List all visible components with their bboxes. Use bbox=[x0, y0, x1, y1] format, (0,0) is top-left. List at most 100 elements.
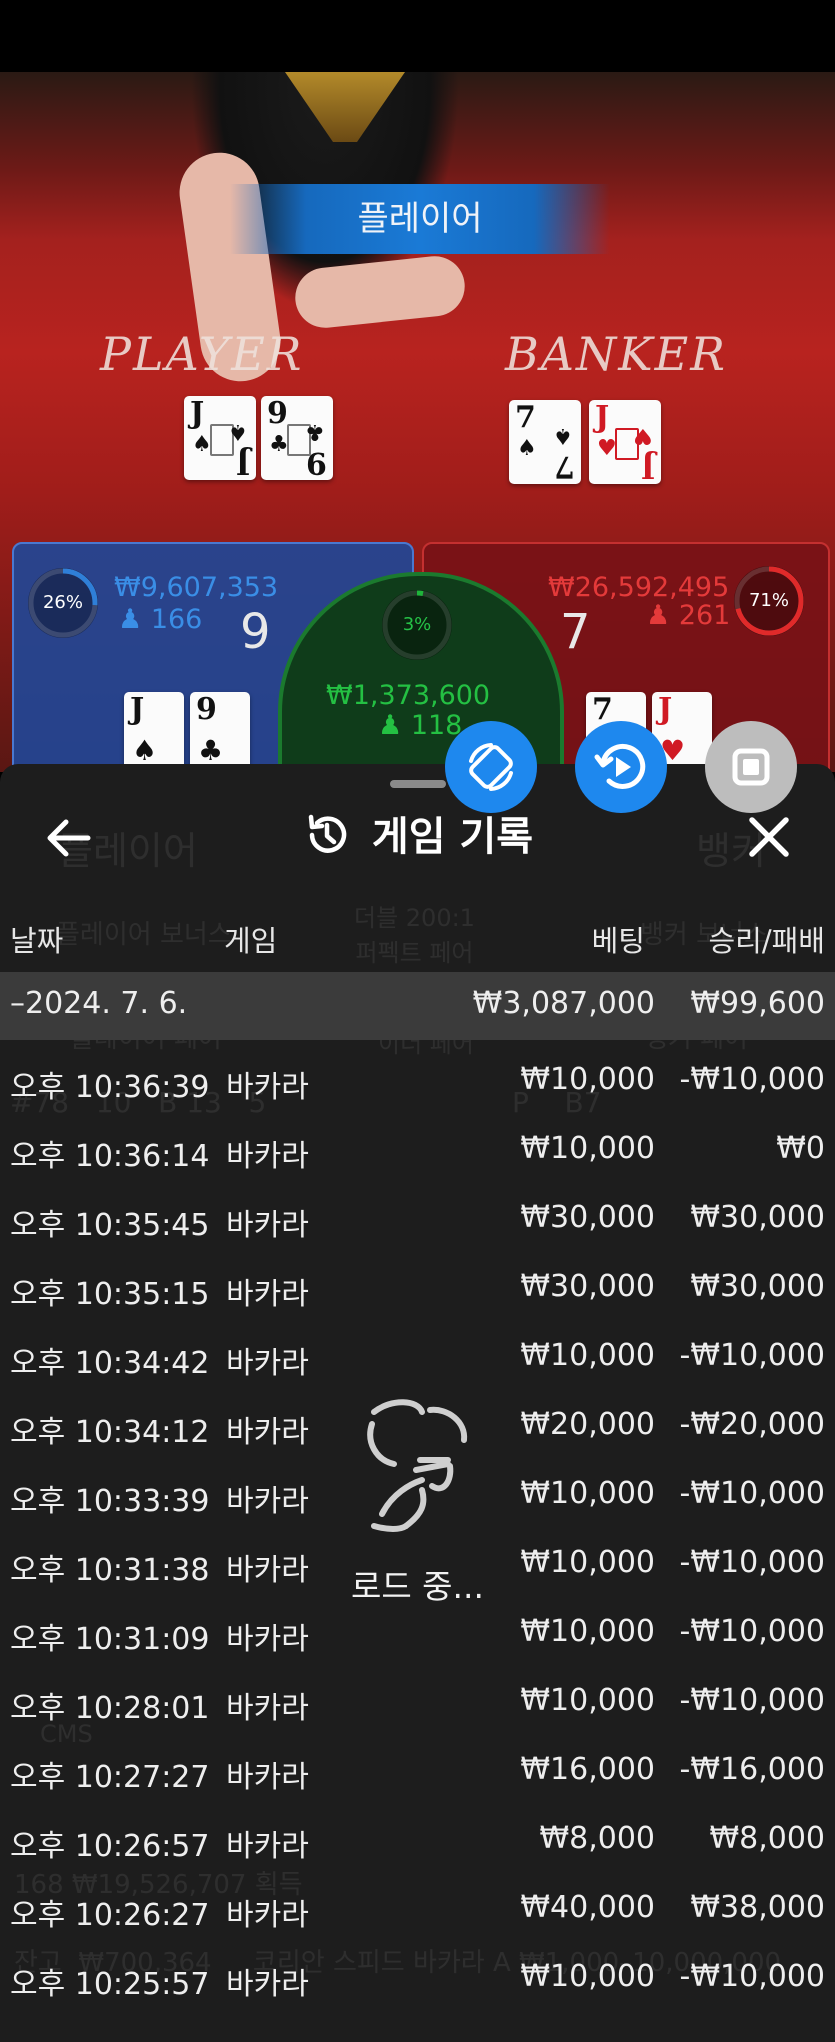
row-time: 오후 10:35:45 bbox=[10, 1208, 210, 1243]
row-game: 바카라 bbox=[226, 1484, 309, 1519]
row-time: 오후 10:36:39 bbox=[10, 1070, 210, 1105]
history-row[interactable]: 오후 10:27:27 바카라 ₩16,000 -₩16,000 bbox=[0, 1736, 835, 1805]
result-banner: 플레이어 bbox=[230, 184, 610, 254]
row-time: 오후 10:26:57 bbox=[10, 1829, 210, 1864]
history-row[interactable]: 오후 10:36:39 바카라 ₩10,000 -₩10,000 bbox=[0, 1046, 835, 1115]
history-row[interactable]: 오후 10:34:42 바카라 ₩10,000 -₩10,000 bbox=[0, 1322, 835, 1391]
row-game: 바카라 bbox=[226, 1967, 309, 2002]
row-result: ₩8,000 bbox=[709, 1821, 825, 1856]
row-bet: ₩10,000 bbox=[520, 1476, 655, 1511]
row-bet: ₩8,000 bbox=[539, 1821, 655, 1856]
stop-icon bbox=[732, 748, 770, 786]
drag-handle[interactable] bbox=[390, 780, 446, 788]
player-card-2: 9 ♣ 9 ♣ bbox=[261, 396, 333, 480]
row-bet: ₩16,000 bbox=[520, 1752, 655, 1787]
day-summary-row[interactable]: –2024. 7. 6. ₩3,087,000 ₩99,600 bbox=[0, 972, 835, 1040]
user-icon: ♟ bbox=[118, 604, 143, 635]
row-game: 바카라 bbox=[226, 1898, 309, 1933]
loading-text: 로드 중... bbox=[350, 1567, 485, 1606]
user-icon: ♟ bbox=[646, 600, 671, 631]
history-row[interactable]: 오후 10:26:27 바카라 ₩40,000 ₩38,000 bbox=[0, 1874, 835, 1943]
row-game: 바카라 bbox=[226, 1415, 309, 1450]
col-bet: 베팅 bbox=[591, 924, 645, 958]
replay-video-icon bbox=[594, 743, 646, 789]
col-result: 승리/패배 bbox=[708, 924, 826, 958]
rotate-device-button[interactable] bbox=[445, 721, 537, 813]
ghost-perfect-pair: 더블 200:1 퍼펙트 페어 bbox=[354, 904, 475, 967]
row-game: 바카라 bbox=[226, 1139, 309, 1174]
close-icon[interactable] bbox=[746, 814, 792, 860]
banker-score: 7 bbox=[560, 604, 591, 660]
player-card-1: J ♠ J ♠ bbox=[184, 396, 256, 480]
row-game: 바카라 bbox=[226, 1277, 309, 1312]
row-result: ₩0 bbox=[776, 1131, 825, 1166]
ghost-player-bonus: 플레이어 보너스 bbox=[56, 920, 232, 950]
row-result: ₩30,000 bbox=[690, 1269, 825, 1304]
tie-bet-amount: ₩1,373,600 bbox=[326, 680, 491, 711]
row-bet: ₩10,000 bbox=[520, 1614, 655, 1649]
row-time: 오후 10:36:14 bbox=[10, 1139, 210, 1174]
history-row[interactable]: 오후 10:35:45 바카라 ₩30,000 ₩30,000 bbox=[0, 1184, 835, 1253]
row-time: 오후 10:33:39 bbox=[10, 1484, 210, 1519]
history-row[interactable]: 오후 10:25:57 바카라 ₩10,000 -₩10,000 bbox=[0, 1943, 835, 2012]
day-result-total: ₩99,600 bbox=[690, 986, 825, 1021]
row-game: 바카라 bbox=[226, 1760, 309, 1795]
user-icon: ♟ bbox=[378, 710, 403, 741]
player-table-word: PLAYER bbox=[100, 327, 304, 381]
banker-table-word: BANKER bbox=[505, 327, 727, 381]
row-result: -₩10,000 bbox=[679, 1062, 825, 1097]
row-time: 오후 10:25:57 bbox=[10, 1967, 210, 2002]
player-bet-count: ♟ 166 bbox=[118, 604, 203, 635]
row-bet: ₩20,000 bbox=[520, 1407, 655, 1442]
player-score: 9 bbox=[240, 604, 271, 660]
row-result: -₩10,000 bbox=[679, 1959, 825, 1994]
banker-card-1: 7 ♠ 7 ♠ bbox=[509, 400, 581, 484]
row-time: 오후 10:28:01 bbox=[10, 1691, 210, 1726]
row-bet: ₩30,000 bbox=[520, 1200, 655, 1235]
row-bet: ₩40,000 bbox=[520, 1890, 655, 1925]
history-title-text: 게임 기록 bbox=[371, 814, 534, 860]
row-result: -₩10,000 bbox=[679, 1614, 825, 1649]
row-bet: ₩10,000 bbox=[520, 1683, 655, 1718]
replay-video-button[interactable] bbox=[575, 721, 667, 813]
game-history-panel: 플레이어 뱅커 플레이어 보너스 더블 200:1 퍼펙트 페어 뱅커 보너스 … bbox=[0, 764, 835, 2042]
row-game: 바카라 bbox=[226, 1829, 309, 1864]
day-bet-total: ₩3,087,000 bbox=[472, 986, 655, 1021]
row-time: 오후 10:27:27 bbox=[10, 1760, 210, 1795]
history-icon bbox=[302, 811, 350, 859]
row-time: 오후 10:31:09 bbox=[10, 1622, 210, 1657]
status-bar bbox=[0, 0, 835, 72]
row-result: ₩38,000 bbox=[690, 1890, 825, 1925]
col-date: 날짜 bbox=[10, 924, 64, 958]
history-row[interactable]: 오후 10:36:14 바카라 ₩10,000 ₩0 bbox=[0, 1115, 835, 1184]
day-date: –2024. 7. 6. bbox=[10, 986, 188, 1021]
col-game: 게임 bbox=[224, 924, 278, 958]
banker-bet-count: ♟ 261 bbox=[646, 600, 731, 631]
tie-pct-ring: 3% bbox=[382, 590, 452, 660]
row-result: -₩20,000 bbox=[679, 1407, 825, 1442]
row-game: 바카라 bbox=[226, 1070, 309, 1105]
row-result: -₩16,000 bbox=[679, 1752, 825, 1787]
row-game: 바카라 bbox=[226, 1622, 309, 1657]
history-row[interactable]: 오후 10:26:57 바카라 ₩8,000 ₩8,000 bbox=[0, 1805, 835, 1874]
row-bet: ₩10,000 bbox=[520, 1338, 655, 1373]
history-row[interactable]: 오후 10:31:09 바카라 ₩10,000 -₩10,000 bbox=[0, 1598, 835, 1667]
row-time: 오후 10:34:12 bbox=[10, 1415, 210, 1450]
history-row[interactable]: 오후 10:35:15 바카라 ₩30,000 ₩30,000 bbox=[0, 1253, 835, 1322]
row-bet: ₩10,000 bbox=[520, 1959, 655, 1994]
row-result: ₩30,000 bbox=[690, 1200, 825, 1235]
stop-button[interactable] bbox=[705, 721, 797, 813]
row-bet: ₩10,000 bbox=[520, 1062, 655, 1097]
row-game: 바카라 bbox=[226, 1208, 309, 1243]
row-result: -₩10,000 bbox=[679, 1476, 825, 1511]
row-result: -₩10,000 bbox=[679, 1338, 825, 1373]
row-game: 바카라 bbox=[226, 1691, 309, 1726]
row-result: -₩10,000 bbox=[679, 1683, 825, 1718]
row-time: 오후 10:26:27 bbox=[10, 1898, 210, 1933]
history-row[interactable]: 오후 10:28:01 바카라 ₩10,000 -₩10,000 bbox=[0, 1667, 835, 1736]
row-time: 오후 10:35:15 bbox=[10, 1277, 210, 1312]
player-bet-amount: ₩9,607,353 bbox=[114, 572, 279, 603]
row-bet: ₩30,000 bbox=[520, 1269, 655, 1304]
banker-bet-amount: ₩26,592,495 bbox=[548, 572, 730, 603]
banker-card-2: J ♥ J ♥ bbox=[589, 400, 661, 484]
